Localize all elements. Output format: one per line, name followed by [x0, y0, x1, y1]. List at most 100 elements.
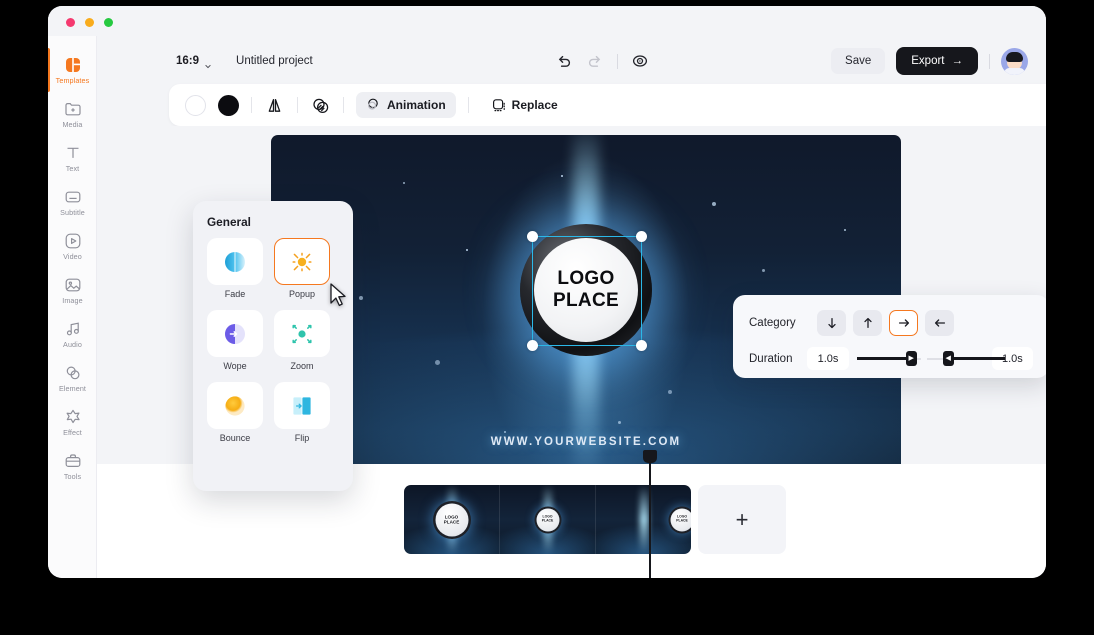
timeline-clip[interactable]: LOGO PLACE LOGO PLACE LOGO PLACE — [404, 485, 691, 554]
clip-thumbnail: LOGO PLACE — [499, 485, 595, 554]
audio-icon — [63, 319, 83, 339]
category-row: Category — [749, 308, 1033, 337]
animation-label: Wope — [223, 361, 247, 371]
animation-tile-fade[interactable] — [207, 238, 263, 285]
animation-cell-flip: Flip — [274, 382, 330, 443]
mouse-cursor-icon — [329, 283, 349, 308]
flip-horizontal-icon[interactable] — [264, 95, 285, 116]
app-window: Templates Media Text Subtitle Video Imag… — [48, 6, 1046, 578]
avatar-hair — [1006, 51, 1023, 62]
top-toolbar: 16:9 Untitled project Save Export → — [97, 36, 1046, 86]
animation-tile-flip[interactable] — [274, 382, 330, 429]
outline-color-swatch[interactable] — [185, 94, 206, 116]
duration-row: Duration 1.0s ▶ ◀ 1.0s — [749, 344, 1033, 373]
playhead-handle[interactable] — [643, 450, 657, 463]
animation-cell-zoom: Zoom — [274, 310, 330, 371]
add-clip-button[interactable]: + — [698, 485, 786, 554]
templates-icon — [63, 55, 83, 75]
sidebar-item-label: Image — [62, 296, 83, 306]
export-label: Export — [911, 55, 945, 67]
fade-icon — [218, 247, 252, 277]
sidebar-item-subtitle[interactable]: Subtitle — [48, 180, 97, 224]
handle-bottom-right[interactable] — [636, 340, 647, 351]
direction-down-button[interactable] — [817, 309, 846, 336]
zoom-icon — [285, 319, 319, 349]
animation-icon — [366, 97, 382, 113]
animation-tile-zoom[interactable] — [274, 310, 330, 357]
animation-cell-fade: Fade — [207, 238, 263, 299]
sidebar-item-label: Templates — [55, 76, 90, 86]
preview-play-icon[interactable] — [631, 52, 649, 70]
replace-icon — [491, 97, 507, 113]
save-button[interactable]: Save — [831, 48, 886, 74]
undo-icon[interactable] — [555, 52, 573, 70]
handle-top-right[interactable] — [636, 231, 647, 242]
handle-top-left[interactable] — [527, 231, 538, 242]
duration-out-fill — [948, 357, 1005, 360]
direction-up-button[interactable] — [853, 309, 882, 336]
sidebar-item-tools[interactable]: Tools — [48, 444, 97, 488]
divider — [467, 97, 469, 113]
thumb-logo: LOGO PLACE — [435, 503, 468, 536]
sidebar-active-indicator — [48, 48, 50, 92]
duration-in-knob[interactable]: ▶ — [905, 350, 917, 366]
sidebar-item-element[interactable]: Element — [48, 356, 97, 400]
fill-color-swatch[interactable] — [218, 94, 239, 116]
replace-button[interactable]: Replace — [481, 92, 568, 118]
flip-icon — [285, 391, 319, 421]
top-actions: Save Export → — [831, 47, 1028, 75]
playhead[interactable] — [643, 450, 657, 578]
text-icon — [63, 143, 83, 163]
arrow-right-icon — [897, 316, 911, 330]
sidebar-item-effect[interactable]: Effect — [48, 400, 97, 444]
popup-icon — [285, 247, 319, 277]
thumb-logo: LOGO PLACE — [536, 508, 559, 531]
animation-tile-popup[interactable] — [274, 238, 330, 285]
redo-icon[interactable] — [586, 52, 604, 70]
animation-label: Zoom — [290, 361, 314, 371]
animation-tile-wope[interactable] — [207, 310, 263, 357]
sidebar-item-media[interactable]: Media — [48, 92, 97, 136]
sidebar-item-audio[interactable]: Audio — [48, 312, 97, 356]
thumb-logo-line-2: PLACE — [443, 519, 460, 525]
opacity-icon[interactable] — [310, 95, 331, 116]
duration-label: Duration — [749, 352, 793, 365]
duration-in-field[interactable]: 1.0s — [807, 347, 849, 370]
replace-label: Replace — [511, 98, 558, 112]
duration-out-knob[interactable]: ◀ — [942, 350, 954, 366]
image-icon — [63, 275, 83, 295]
handle-bottom-left[interactable] — [527, 340, 538, 351]
property-toolbar: Animation Replace — [169, 84, 1046, 126]
animation-label: Animation — [387, 98, 446, 112]
arrow-left-icon — [933, 316, 947, 330]
sidebar-item-label: Text — [65, 164, 80, 174]
clip-thumbnail: LOGO PLACE — [404, 485, 499, 554]
media-icon — [63, 99, 83, 119]
animation-tile-bounce[interactable] — [207, 382, 263, 429]
wipe-icon — [218, 319, 252, 349]
sidebar-item-text[interactable]: Text — [48, 136, 97, 180]
window-close-button[interactable] — [66, 18, 75, 27]
website-text: WWW.YOURWEBSITE.COM — [490, 436, 682, 448]
window-minimize-button[interactable] — [85, 18, 94, 27]
sidebar-item-image[interactable]: Image — [48, 268, 97, 312]
arrow-right-icon: → — [951, 55, 964, 67]
aspect-ratio-dropdown[interactable]: 16:9 — [176, 55, 212, 69]
titlebar — [48, 6, 1046, 36]
animation-cell-wope: Wope — [207, 310, 263, 371]
animation-button[interactable]: Animation — [356, 92, 456, 118]
window-maximize-button[interactable] — [104, 18, 113, 27]
sidebar: Templates Media Text Subtitle Video Imag… — [48, 36, 97, 578]
project-title[interactable]: Untitled project — [236, 55, 313, 67]
thumb-logo-line-2: PLACE — [541, 518, 554, 523]
sidebar-item-video[interactable]: Video — [48, 224, 97, 268]
divider — [343, 97, 344, 113]
history-controls — [555, 52, 649, 70]
sidebar-item-templates[interactable]: Templates — [48, 48, 97, 92]
divider — [297, 97, 298, 113]
selection-box[interactable] — [527, 231, 647, 351]
export-button[interactable]: Export → — [896, 47, 978, 75]
direction-right-button[interactable] — [889, 309, 918, 336]
direction-left-button[interactable] — [925, 309, 954, 336]
avatar[interactable] — [1001, 47, 1028, 75]
